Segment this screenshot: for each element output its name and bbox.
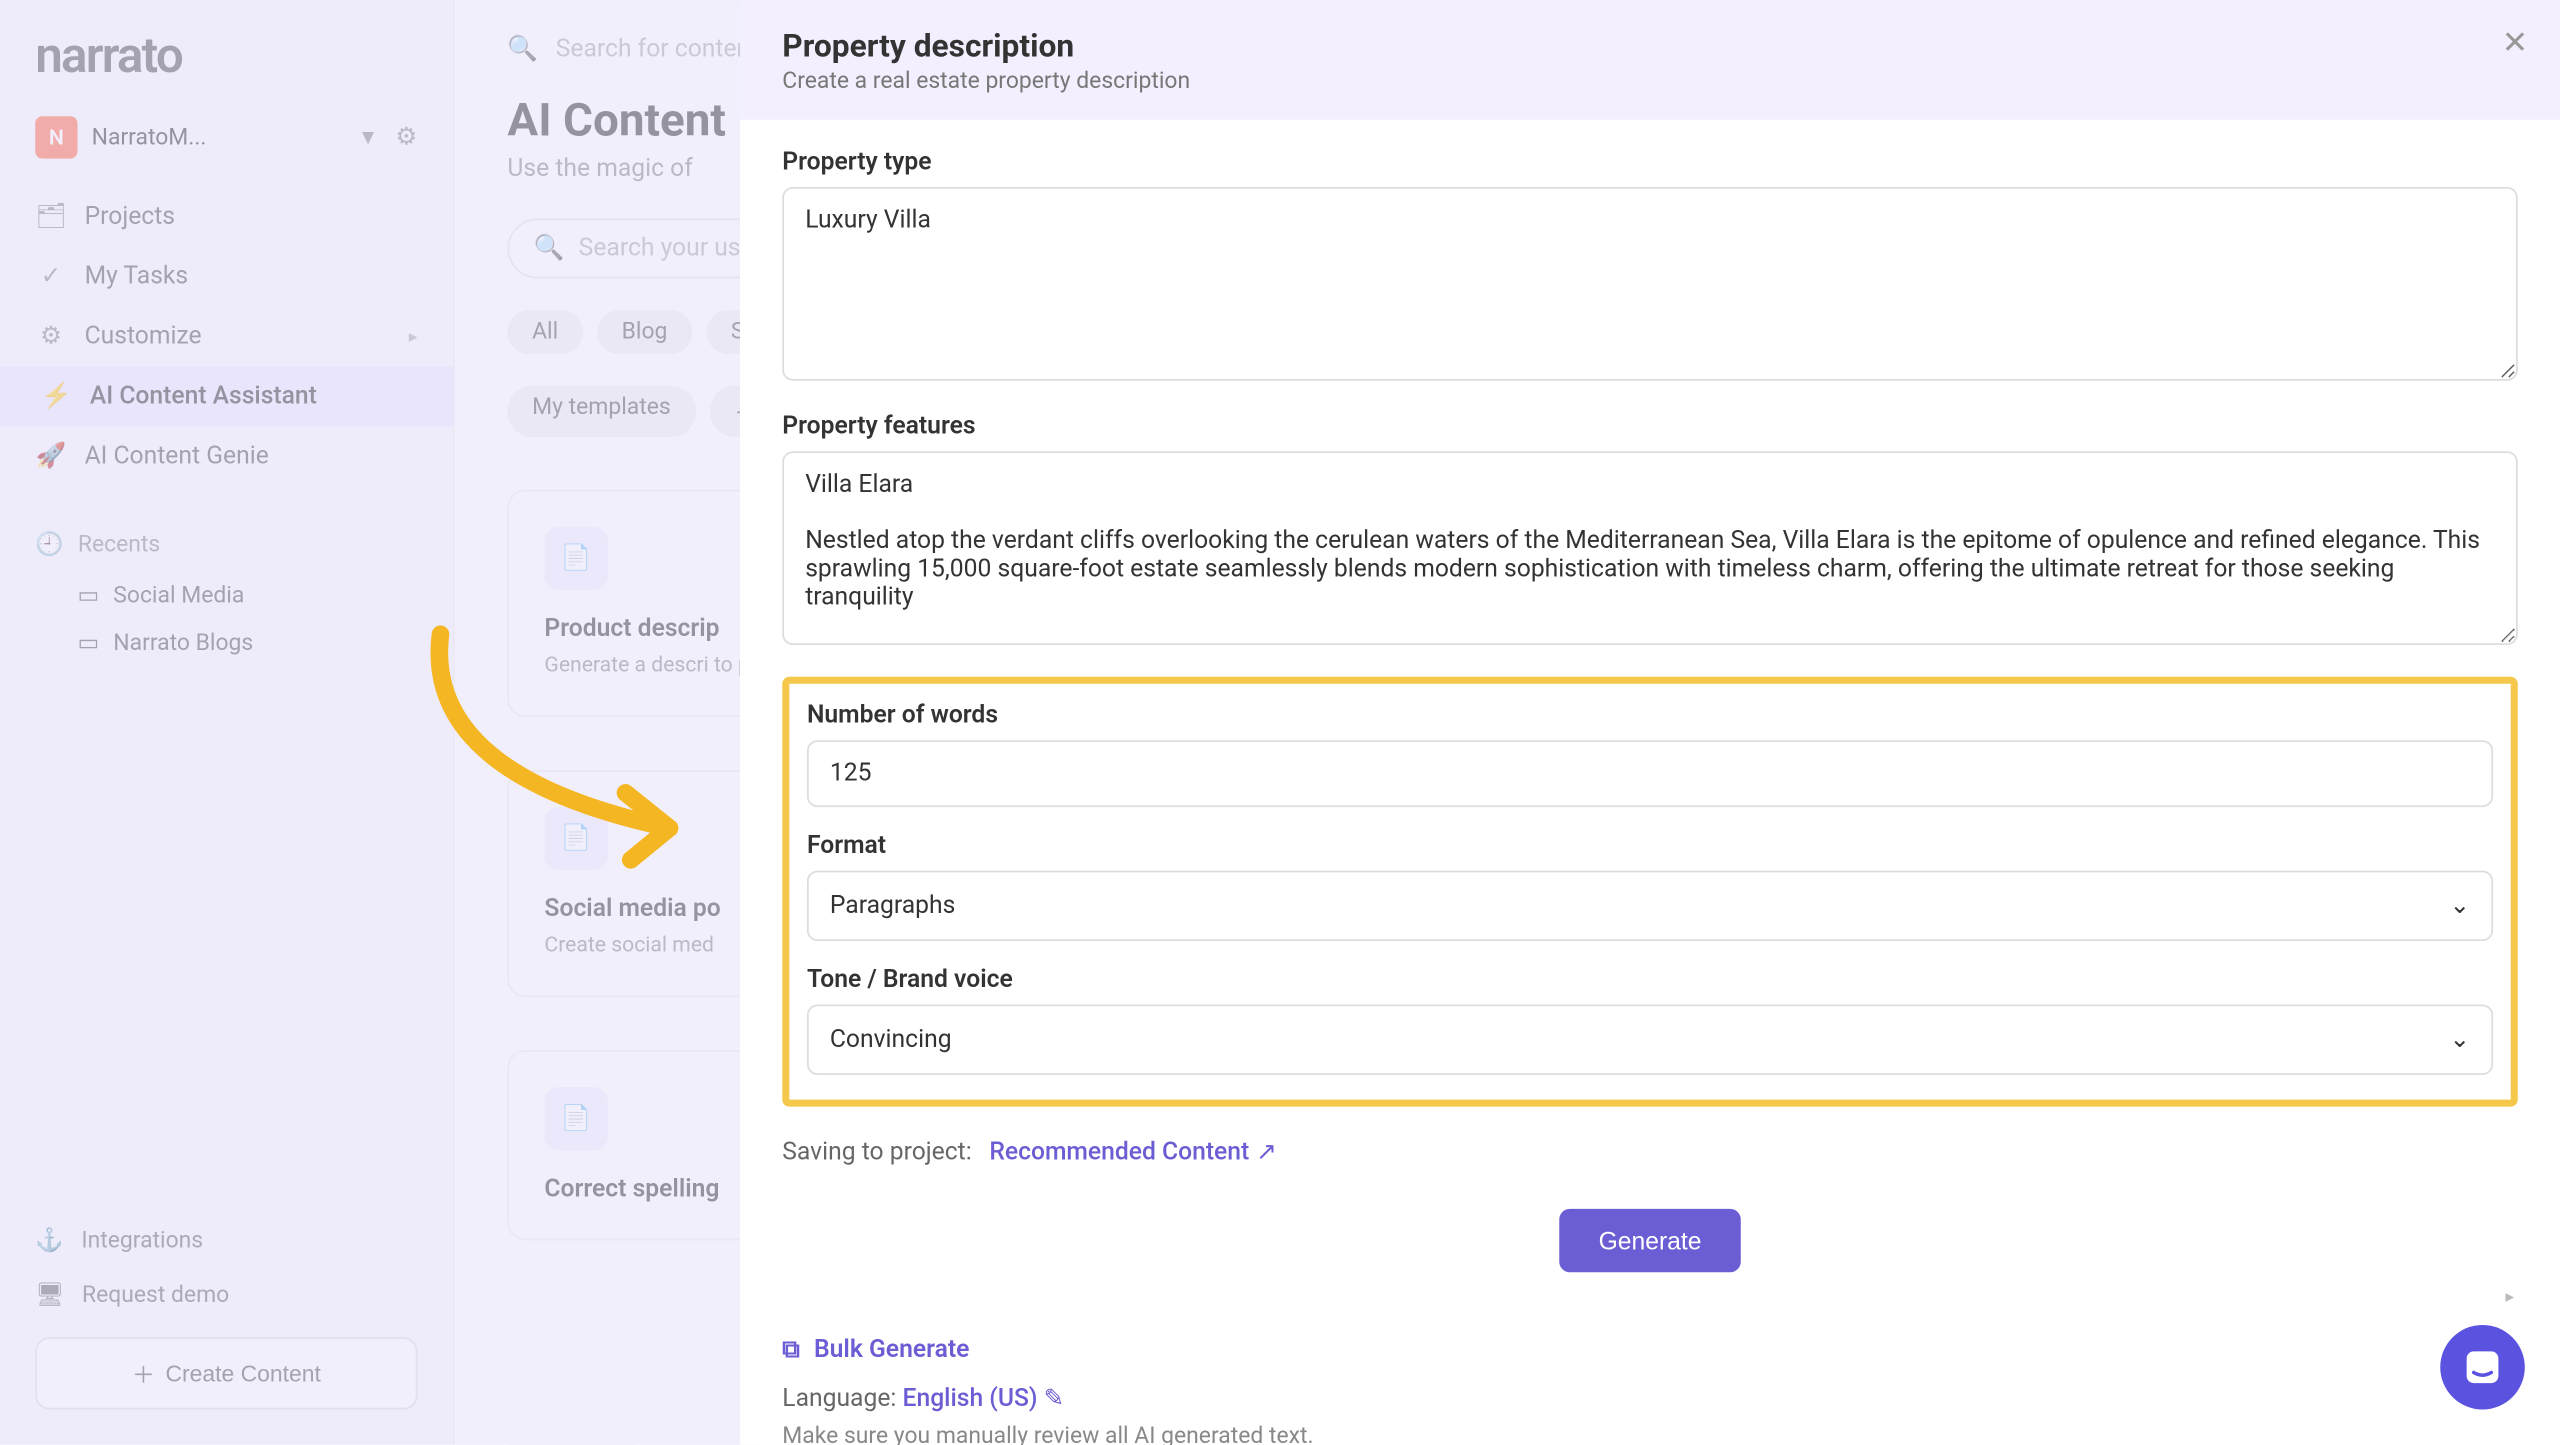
intercom-launcher[interactable]	[2440, 1325, 2525, 1410]
property-type-label: Property type	[782, 148, 2517, 176]
generate-button[interactable]: Generate	[1560, 1209, 1740, 1272]
words-label: Number of words	[807, 701, 2493, 729]
close-icon[interactable]: ✕	[2502, 25, 2529, 62]
highlighted-options: Number of words Format Paragraphs ⌄ Tone…	[782, 677, 2517, 1107]
chevron-down-icon: ⌄	[2450, 892, 2471, 920]
modal-subtitle: Create a real estate property descriptio…	[782, 69, 2517, 95]
tone-label: Tone / Brand voice	[807, 966, 2493, 994]
format-label: Format	[807, 832, 2493, 860]
language-link[interactable]: English (US) ✎	[903, 1385, 1065, 1413]
tone-select[interactable]: Convincing ⌄	[807, 1004, 2493, 1074]
saving-project-link[interactable]: Recommended Content ↗	[989, 1138, 1277, 1166]
edit-icon: ✎	[1044, 1385, 1065, 1413]
property-description-modal: Property description Create a real estat…	[740, 0, 2560, 1445]
external-link-icon: ↗	[1256, 1138, 1277, 1166]
chat-icon	[2461, 1346, 2503, 1388]
property-features-input[interactable]	[782, 451, 2517, 645]
bulk-generate-link[interactable]: ⧉ Bulk Generate	[782, 1336, 2517, 1364]
words-input[interactable]	[807, 740, 2493, 807]
modal-title: Property description	[782, 28, 2517, 65]
property-type-input[interactable]	[782, 187, 2517, 381]
language-label: Language:	[782, 1385, 896, 1413]
saving-label: Saving to project:	[782, 1138, 971, 1166]
format-select[interactable]: Paragraphs ⌄	[807, 870, 2493, 940]
caret-icon: ▸	[2505, 1288, 2514, 1307]
property-features-label: Property features	[782, 412, 2517, 440]
chevron-down-icon: ⌄	[2450, 1025, 2471, 1053]
copy-icon: ⧉	[782, 1336, 800, 1364]
